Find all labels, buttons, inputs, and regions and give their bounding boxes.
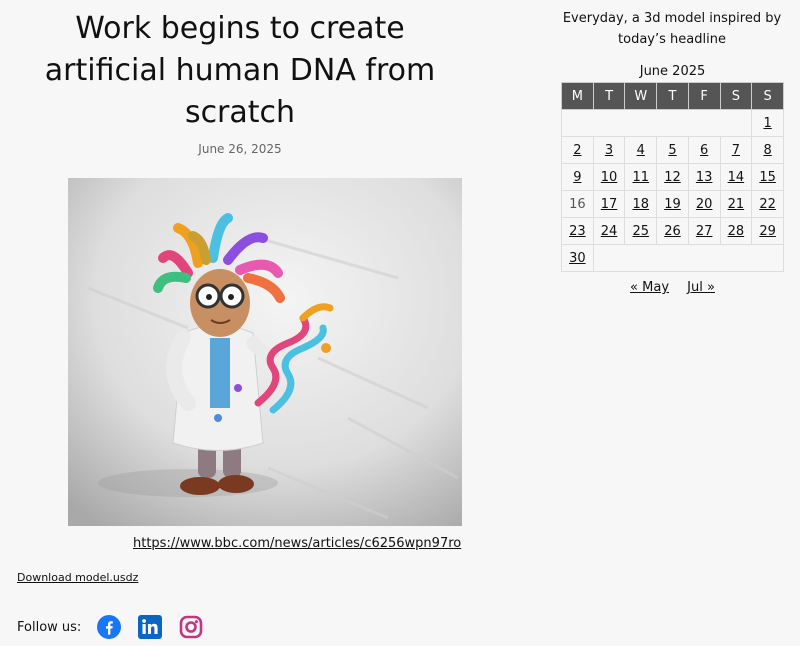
calendar-day[interactable]: 18 [624,190,658,218]
calendar-day-number[interactable]: 23 [569,224,586,239]
instagram-icon[interactable] [179,615,203,639]
calendar-day-number[interactable]: 22 [759,197,776,212]
calendar-nav: « May Jul » [561,280,784,295]
calendar-day-number[interactable]: 26 [664,224,681,239]
article-date: June 26, 2025 [198,142,282,156]
calendar-day[interactable]: 3 [592,136,626,164]
calendar-day: 16 [561,190,594,218]
calendar-day-number[interactable]: 5 [668,143,676,158]
linkedin-icon[interactable] [138,615,163,639]
archive-calendar: June 2025 M T W T F S S 1 2 3 4 5 6 7 8 9 10 11 12 1… [560,64,785,272]
calendar-day[interactable]: 2 [561,136,594,164]
calendar-day[interactable]: 13 [687,163,721,191]
weekday-header: T [656,82,689,110]
calendar-day[interactable]: 9 [561,163,594,191]
calendar-day-number[interactable]: 4 [637,143,645,158]
calendar-day[interactable]: 22 [751,190,784,218]
calendar-day-number[interactable]: 2 [573,143,581,158]
calendar-day[interactable]: 6 [687,136,721,164]
calendar-day[interactable]: 24 [592,217,626,245]
article-title: Work begins to create artificial human D… [44,11,436,130]
calendar-day[interactable]: 5 [656,136,689,164]
calendar-day[interactable]: 15 [751,163,784,191]
calendar-week-row: 2 3 4 5 6 7 8 [561,136,784,164]
weekday-header: S [719,82,753,110]
calendar-day-number[interactable]: 21 [728,197,745,212]
calendar-day-number[interactable]: 19 [664,197,681,212]
calendar-week-row: 1 [560,109,784,137]
calendar-day-number[interactable]: 11 [632,170,649,185]
calendar-day-number[interactable]: 1 [763,116,771,131]
weekday-header: M [561,82,594,110]
calendar-day-number[interactable]: 27 [696,224,713,239]
article-image [68,178,462,526]
calendar-day[interactable]: 30 [561,244,594,272]
calendar-day[interactable]: 28 [719,217,753,245]
calendar-day-number[interactable]: 15 [759,170,776,185]
calendar-day-number[interactable]: 7 [732,143,740,158]
calendar-day[interactable]: 23 [561,217,594,245]
calendar-week-row: 16 17 18 19 20 21 22 [561,190,784,218]
calendar-day-number[interactable]: 10 [601,170,618,185]
calendar-days: 1 2 3 4 5 6 7 8 9 10 11 12 13 14 15 16 17 18 19 20 21 22 23 24 2… [560,109,785,272]
calendar-day-number[interactable]: 12 [664,170,681,185]
calendar-day[interactable]: 7 [719,136,753,164]
calendar-day-number[interactable]: 20 [696,197,713,212]
calendar-day[interactable]: 14 [719,163,753,191]
calendar-day-number[interactable]: 8 [763,143,771,158]
calendar-week-row: 9 10 11 12 13 14 15 [561,163,784,191]
calendar-day-number[interactable]: 9 [573,170,581,185]
calendar-day-number[interactable]: 3 [605,143,613,158]
calendar-day[interactable]: 17 [592,190,626,218]
calendar-day-number[interactable]: 30 [569,251,586,266]
calendar-day-number[interactable]: 14 [728,170,745,185]
weekday-header: W [624,82,658,110]
scientist-dna-render [68,178,462,526]
calendar-day-number[interactable]: 29 [759,224,776,239]
calendar-week-row: 30 [561,244,785,272]
calendar-day[interactable]: 19 [656,190,689,218]
calendar-day-number[interactable]: 18 [632,197,649,212]
calendar-day[interactable]: 29 [751,217,784,245]
calendar-day[interactable]: 4 [624,136,658,164]
calendar-weekday-row: M T W T F S S [561,82,784,110]
calendar-day[interactable]: 1 [751,109,784,137]
calendar-caption: June 2025 [639,64,706,79]
social-follow: Follow us: [17,614,220,640]
weekday-header: F [687,82,721,110]
calendar-prev-link[interactable]: « May [630,280,669,295]
calendar-day[interactable]: 20 [687,190,721,218]
calendar-week-row: 23 24 25 26 27 28 29 [561,217,784,245]
weekday-header: S [751,82,784,110]
calendar-day-number[interactable]: 28 [728,224,745,239]
calendar-day[interactable]: 10 [592,163,626,191]
calendar-day-number[interactable]: 13 [696,170,713,185]
source-link[interactable]: https://www.bbc.com/news/articles/c6256w… [133,536,461,551]
calendar-day[interactable]: 27 [687,217,721,245]
site-tagline: Everyday, a 3d model inspired by today’s… [562,11,782,47]
calendar-day-number[interactable]: 25 [632,224,649,239]
calendar-day[interactable]: 25 [624,217,658,245]
follow-label: Follow us: [17,619,82,635]
facebook-icon[interactable] [97,615,122,639]
calendar-empty-cell [560,109,753,137]
download-model-link[interactable]: Download model.usdz [17,571,138,584]
weekday-header: T [592,82,626,110]
calendar-day-number[interactable]: 17 [601,197,618,212]
calendar-empty-cell [592,244,785,272]
calendar-day[interactable]: 11 [624,163,658,191]
calendar-day-number[interactable]: 6 [700,143,708,158]
calendar-day[interactable]: 26 [656,217,689,245]
calendar-day-number[interactable]: 24 [601,224,618,239]
calendar-day[interactable]: 8 [751,136,784,164]
calendar-next-link[interactable]: Jul » [687,280,715,295]
calendar-day[interactable]: 12 [656,163,689,191]
calendar-day[interactable]: 21 [719,190,753,218]
calendar-day-number: 16 [569,196,586,212]
